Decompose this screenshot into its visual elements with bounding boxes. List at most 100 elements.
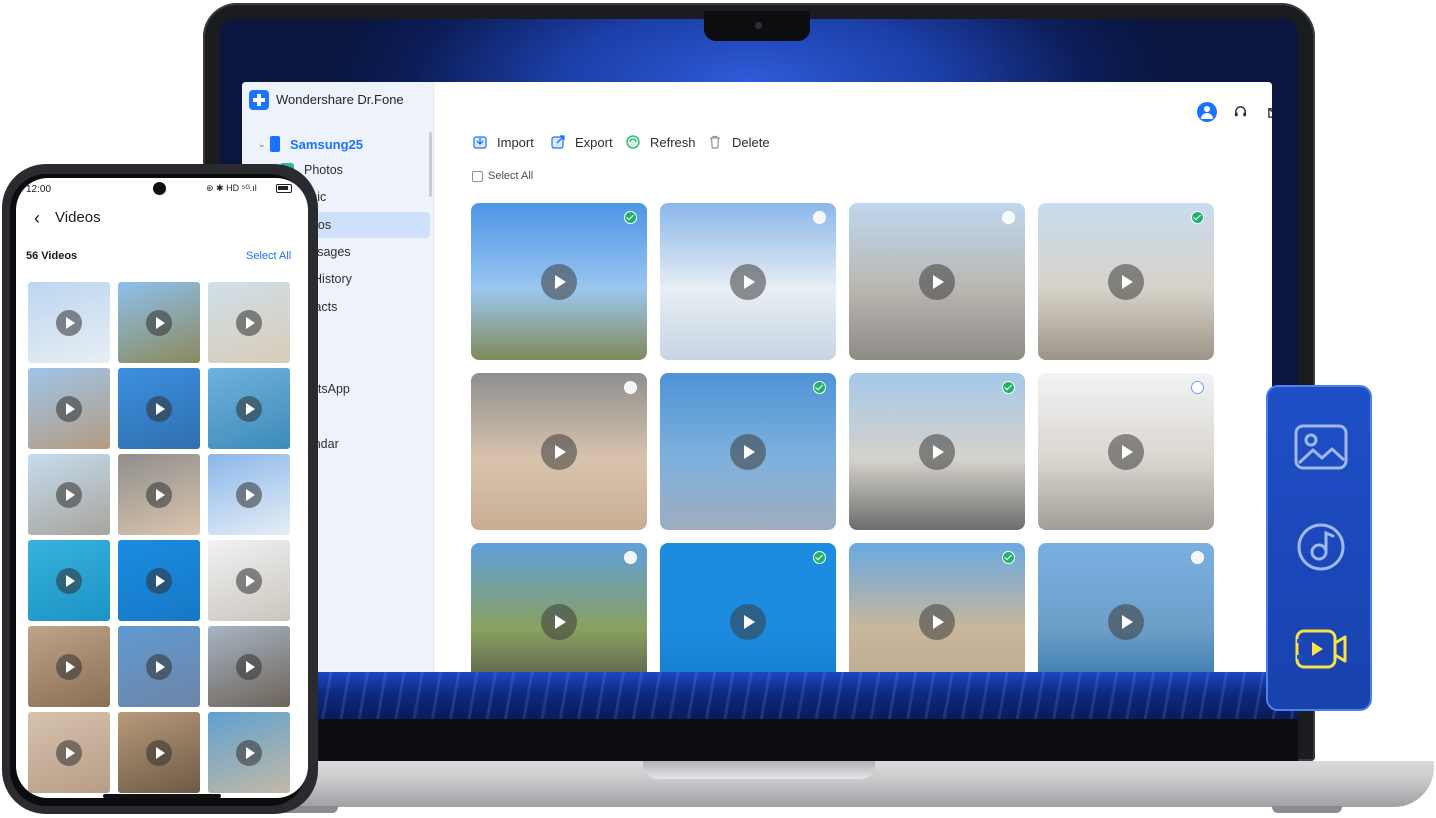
- unchecked-icon[interactable]: [624, 551, 637, 564]
- chevron-down-icon[interactable]: ⌄: [258, 139, 270, 150]
- unchecked-icon[interactable]: [1002, 211, 1015, 224]
- unchecked-icon[interactable]: [1191, 381, 1204, 394]
- play-icon[interactable]: [146, 653, 172, 680]
- device-selector[interactable]: ⌄ Samsung25: [258, 134, 363, 154]
- back-arrow-icon[interactable]: ‹: [34, 208, 40, 229]
- play-icon[interactable]: [541, 603, 577, 640]
- checked-icon[interactable]: [1002, 381, 1015, 394]
- play-icon[interactable]: [146, 309, 172, 336]
- music-icon[interactable]: [1294, 523, 1348, 571]
- play-icon[interactable]: [236, 481, 262, 508]
- play-icon[interactable]: [236, 739, 262, 766]
- export-label: Export: [575, 134, 613, 150]
- play-icon[interactable]: [56, 395, 82, 422]
- device-name: Samsung25: [290, 136, 363, 152]
- import-button[interactable]: Import: [472, 132, 534, 152]
- play-icon[interactable]: [146, 567, 172, 594]
- video-thumbnail[interactable]: [471, 203, 647, 360]
- unchecked-icon[interactable]: [1191, 551, 1204, 564]
- play-icon[interactable]: [146, 395, 172, 422]
- play-icon[interactable]: [146, 739, 172, 766]
- refresh-button[interactable]: Refresh: [625, 132, 696, 152]
- phone-video-thumbnail[interactable]: [28, 282, 110, 363]
- phone-video-thumbnail[interactable]: [118, 282, 200, 363]
- checkbox-icon[interactable]: [472, 170, 483, 182]
- play-icon[interactable]: [919, 603, 955, 640]
- play-icon[interactable]: [1108, 603, 1144, 640]
- video-thumbnail[interactable]: [660, 373, 836, 530]
- unchecked-icon[interactable]: [813, 211, 826, 224]
- play-icon[interactable]: [56, 481, 82, 508]
- phone-video-thumbnail[interactable]: [208, 282, 290, 363]
- support-icon[interactable]: [1225, 97, 1255, 127]
- export-button[interactable]: Export: [550, 132, 613, 152]
- delete-label: Delete: [732, 134, 770, 150]
- video-thumbnail[interactable]: [849, 543, 1025, 672]
- play-icon[interactable]: [236, 309, 262, 336]
- phone-video-thumbnail[interactable]: [118, 712, 200, 793]
- checked-icon[interactable]: [813, 551, 826, 564]
- play-icon[interactable]: [730, 433, 766, 470]
- phone-video-thumbnail[interactable]: [208, 626, 290, 707]
- refresh-label: Refresh: [650, 134, 696, 150]
- phone-video-thumbnail[interactable]: [208, 540, 290, 621]
- play-icon[interactable]: [919, 263, 955, 300]
- laptop-base-groove: [643, 761, 875, 779]
- play-icon[interactable]: [56, 567, 82, 594]
- import-icon: [472, 134, 488, 150]
- video-thumbnail[interactable]: [660, 543, 836, 672]
- play-icon[interactable]: [1108, 263, 1144, 300]
- checked-icon[interactable]: [813, 381, 826, 394]
- video-thumbnail[interactable]: [1038, 543, 1214, 672]
- video-thumbnail[interactable]: [471, 373, 647, 530]
- play-icon[interactable]: [919, 433, 955, 470]
- play-icon[interactable]: [56, 309, 82, 336]
- phone-video-thumbnail[interactable]: [208, 712, 290, 793]
- play-icon[interactable]: [730, 263, 766, 300]
- play-icon[interactable]: [1108, 433, 1144, 470]
- play-icon[interactable]: [236, 567, 262, 594]
- play-icon[interactable]: [541, 433, 577, 470]
- play-icon[interactable]: [236, 395, 262, 422]
- phone-select-all-button[interactable]: Select All: [246, 250, 291, 262]
- select-all-checkbox[interactable]: Select All: [472, 170, 533, 182]
- mail-icon[interactable]: [1259, 97, 1272, 127]
- video-thumbnail[interactable]: [1038, 203, 1214, 360]
- phone-video-thumbnail[interactable]: [118, 454, 200, 535]
- phone-video-thumbnail[interactable]: [28, 540, 110, 621]
- phone-video-thumbnail[interactable]: [118, 626, 200, 707]
- phone-video-thumbnail[interactable]: [28, 454, 110, 535]
- phone-video-thumbnail[interactable]: [208, 368, 290, 449]
- checked-icon[interactable]: [1191, 211, 1204, 224]
- video-thumbnail[interactable]: [1038, 373, 1214, 530]
- phone-video-thumbnail[interactable]: [208, 454, 290, 535]
- phone-video-thumbnail[interactable]: [118, 540, 200, 621]
- video-icon[interactable]: [1294, 625, 1348, 673]
- video-thumbnail[interactable]: [849, 203, 1025, 360]
- account-icon[interactable]: [1192, 97, 1222, 127]
- play-icon[interactable]: [541, 263, 577, 300]
- phone-video-thumbnail[interactable]: [118, 368, 200, 449]
- phone-video-thumbnail[interactable]: [28, 626, 110, 707]
- play-icon[interactable]: [146, 481, 172, 508]
- camera-icon: [755, 22, 762, 29]
- play-icon[interactable]: [56, 739, 82, 766]
- image-icon[interactable]: [1294, 423, 1348, 471]
- checked-icon[interactable]: [1002, 551, 1015, 564]
- play-icon[interactable]: [730, 603, 766, 640]
- video-thumbnail[interactable]: [849, 373, 1025, 530]
- play-icon[interactable]: [236, 653, 262, 680]
- video-count: 56 Videos: [26, 250, 78, 262]
- video-thumbnail[interactable]: [471, 543, 647, 672]
- import-label: Import: [497, 134, 534, 150]
- checked-icon[interactable]: [624, 211, 637, 224]
- play-icon[interactable]: [56, 653, 82, 680]
- home-indicator[interactable]: [103, 794, 221, 798]
- video-thumbnail[interactable]: [660, 203, 836, 360]
- media-type-panel: [1266, 385, 1372, 711]
- battery-icon: [276, 184, 292, 193]
- delete-button[interactable]: Delete: [707, 132, 770, 152]
- phone-video-thumbnail[interactable]: [28, 712, 110, 793]
- unchecked-icon[interactable]: [624, 381, 637, 394]
- phone-video-thumbnail[interactable]: [28, 368, 110, 449]
